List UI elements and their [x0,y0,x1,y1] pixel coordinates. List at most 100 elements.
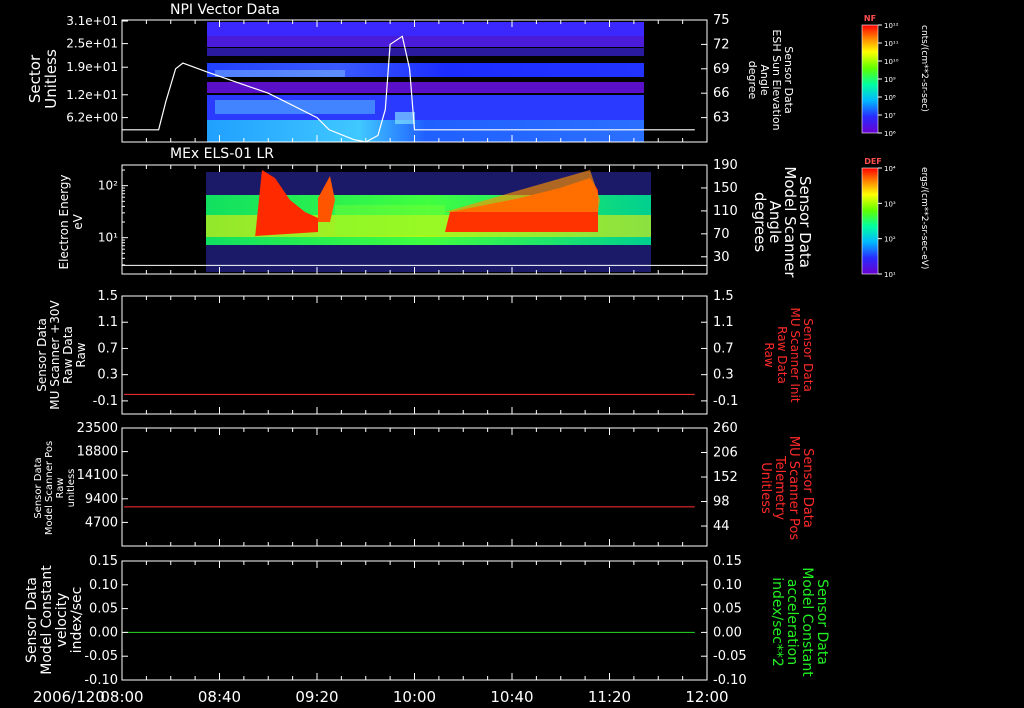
colorbar-def: DEF 10⁴ 10³ 10² 10¹ ergs/(cm**2-sr-sec-eV) [861,157,929,279]
els-spectrogram [206,170,651,272]
x-tick-label: 08:00 [100,688,143,706]
panel-els-rlabel-3: degrees [751,192,769,253]
panel-scanner-raw: Sensor Data MU Scanner +30V Raw Data Raw… [35,289,815,415]
left-y-tick-label: 18800 [77,445,118,460]
x-tick-label: 09:20 [295,688,338,706]
panel-frame [121,295,708,415]
panel-frame [121,560,708,681]
panel-5-ylabel-1: Model Constant [39,565,55,675]
npi-spectrogram [207,22,644,142]
right-y-tick-label: 0.7 [713,341,734,356]
left-y-tick-label: 0.15 [89,554,118,569]
right-y-tick-label: 190 [713,158,738,173]
colorbar-def-bar [861,167,879,275]
panel-3-ylabel-3: Raw [74,342,88,367]
panel-npi-rlabel-3: degree [746,61,759,100]
panel-npi-ylabel-1: Unitless [42,49,60,109]
right-y-tick-label: 260 [713,421,738,436]
panel-5-ylabel-2: velocity [54,593,70,648]
x-tick-label: 11:20 [588,688,631,706]
right-y-tick-label: -0.05 [713,649,747,664]
panel-els-ylabel-1: eV [71,213,85,229]
left-y-tick-label: -0.10 [84,673,118,688]
left-y-tick-label: 3.1e+01 [66,14,118,28]
left-y-tick-label: 0.00 [89,625,118,640]
panel-4-ylabel-0: Sensor Data [33,457,44,518]
panel-3-rlabel-0: Sensor Data [801,318,815,392]
panel-3-ylabel-0: Sensor Data [35,318,49,392]
panel-3-rlabel-3: Raw [762,342,776,367]
left-y-tick-label: 6.2e+00 [66,111,118,125]
panel-5-axes: 0.15 0.10 0.05 0.00 -0.05 -0.10 0.15 0.10 0.05 0.… [84,554,746,688]
panel-3-axes: 1.5 1.1 0.7 0.3 -0.1 1.5 1.1 0.7 0.3 -0.1 [93,289,738,415]
right-y-tick-label: 150 [713,181,738,196]
left-y-tick-label: 9400 [85,492,118,507]
panel-4-ylabel-1: Model Scanner Pos [44,441,55,535]
x-tick-label: 12:00 [685,688,728,706]
left-y-tick-label: 1.1 [97,315,118,330]
colorbar-tick-label: 10¹⁰ [884,58,899,66]
right-y-tick-label: 98 [713,495,730,510]
panel-scanner-pos: Sensor Data Model Scanner Pos Raw unitle… [33,421,815,547]
panel-els: MEx ELS-01 LR Electron Energy eV 10² 10¹ 1… [57,146,814,278]
colorbar-nf-bar [861,24,879,134]
panel-3-ylabel-2: Raw Data [61,326,75,384]
time-axis: 2006/120 08:00 08:40 09:20 10:00 10:40 11:20 1… [33,688,729,706]
panel-5-rlabel-1: Model Constant [799,567,815,677]
right-y-tick-label: 206 [713,446,738,461]
colorbar-tick-label: 10⁸ [884,94,896,102]
left-y-tick-label: 10² [98,179,118,193]
right-y-tick-label: 70 [713,227,730,242]
left-y-tick-label: 10¹ [98,231,118,245]
right-y-tick-label: 72 [713,37,730,52]
colorbar-nf: NF 10¹² 10¹¹ 10¹⁰ 10⁹ 10⁸ 10⁷ 10⁶ cnts/(cm**2-… [861,14,929,138]
panel-5-rlabel-3: index/sec**2 [769,577,785,667]
right-y-tick-label: 69 [713,62,730,77]
left-y-tick-label: 0.05 [89,602,118,617]
colorbar-tick-label: 10⁶ [884,130,896,138]
panel-5-rlabel-2: acceleration [784,579,800,665]
left-y-tick-label: 14100 [77,468,118,483]
colorbar-tick-label: 10¹¹ [884,40,899,48]
panel-4-ylabel-2: Raw [55,477,66,498]
left-y-tick-label: 1.5 [97,289,118,304]
x-tick-label: 10:40 [490,688,533,706]
panel-5-ylabel-3: index/sec [69,587,85,654]
left-y-tick-label: 0.10 [89,578,118,593]
panel-4-axes: 23500 18800 14100 9400 4700 260 206 152 98 44 [77,421,738,547]
panel-4-rlabel-2: Telemetry [772,455,787,520]
x-tick-label: 10:00 [393,688,436,706]
panel-els-title: MEx ELS-01 LR [170,146,274,162]
colorbar-tick-label: 10² [884,236,896,244]
right-y-tick-label: 1.5 [713,289,734,304]
panel-els-ylabel-0: Electron Energy [57,174,71,269]
colorbar-tick-label: 10⁷ [884,112,896,120]
panel-5-ylabel-0: Sensor Data [24,577,40,663]
colorbar-tick-label: 10⁴ [884,165,896,173]
colorbar-tick-label: 10³ [884,200,896,208]
left-y-tick-label: 23500 [77,421,118,436]
multi-panel-plot: NPI Vector Data Sector Unitless 3.1e+012… [24,2,929,706]
right-y-tick-label: -0.1 [713,394,738,409]
right-y-tick-label: 44 [713,519,730,534]
right-y-tick-label: 0.15 [713,554,742,569]
panel-4-rlabel-0: Sensor Data [800,448,815,528]
panel-3-rlabel-1: MU Scanner Init [788,307,802,402]
panel-frame [121,427,708,547]
panel-4-rlabel-1: MU Scanner Pos [786,436,801,541]
right-y-tick-label: 30 [713,250,730,265]
panel-npi-title: NPI Vector Data [170,2,280,18]
left-y-tick-label: 1.9e+01 [66,60,118,74]
right-y-tick-label: 63 [713,111,730,126]
right-y-tick-label: 0.3 [713,368,734,383]
colorbar-def-unit: ergs/(cm**2-sr-sec-eV) [919,167,929,269]
right-y-tick-label: 66 [713,86,730,101]
right-y-tick-label: 0.00 [713,625,742,640]
left-y-tick-label: 0.3 [97,368,118,383]
left-y-tick-label: 4700 [85,515,118,530]
left-y-tick-label: -0.05 [84,649,118,664]
x-tick-label: 08:40 [198,688,241,706]
panel-model-velocity: Sensor Data Model Constant velocity inde… [24,554,830,688]
panel-5-rlabel-0: Sensor Data [814,579,830,665]
panel-npi: NPI Vector Data Sector Unitless 3.1e+012… [26,2,795,143]
